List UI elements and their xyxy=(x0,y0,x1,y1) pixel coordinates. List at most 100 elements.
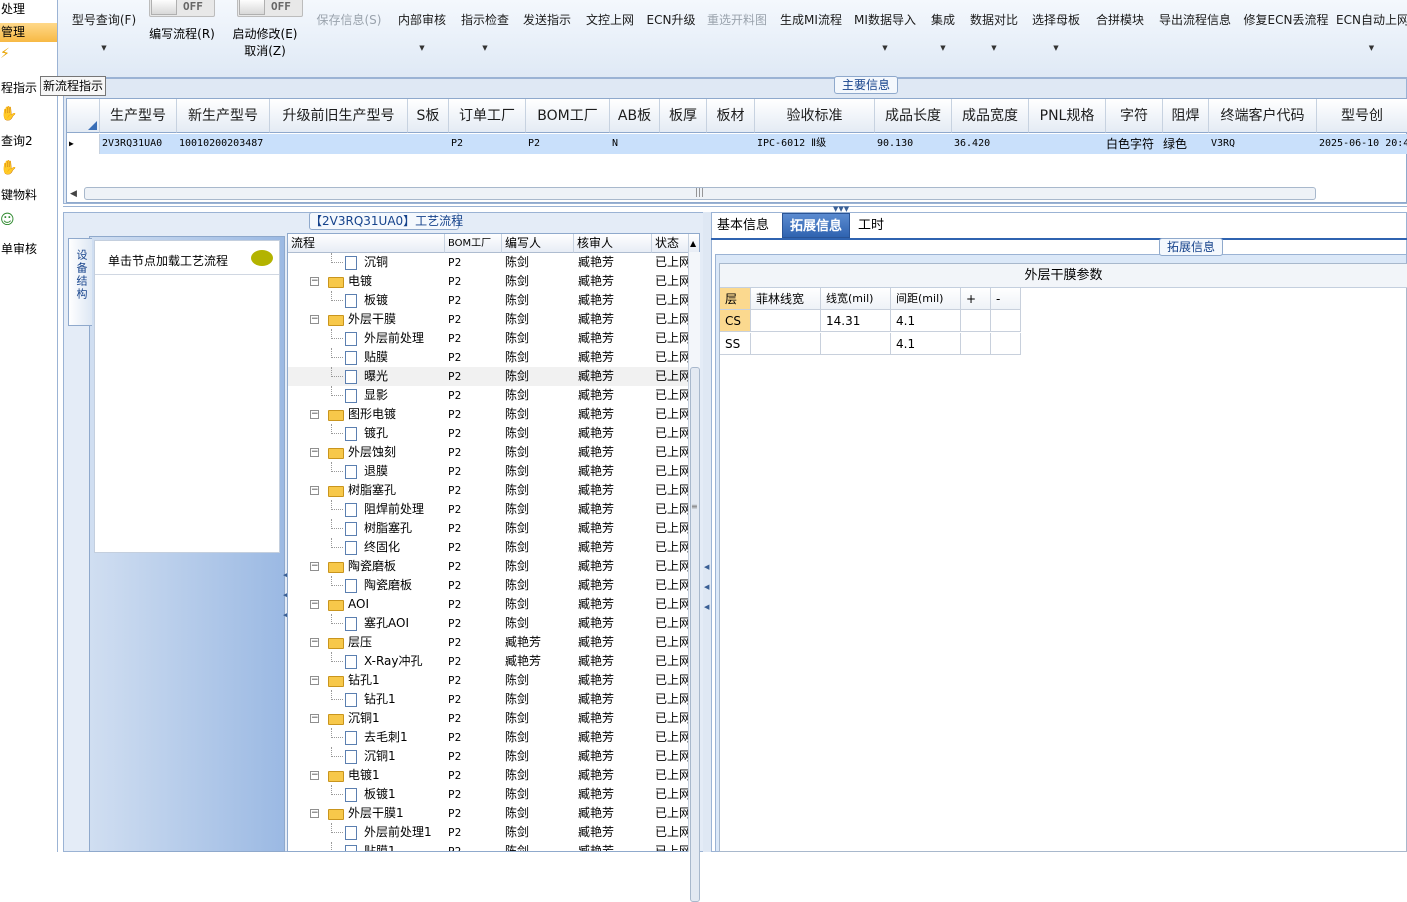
tree-group-row[interactable]: − 树脂塞孔 P2 陈剑 臧艳芳 已上网 xyxy=(288,481,688,500)
status-cell[interactable]: 已上网 xyxy=(655,519,688,538)
reviewer-cell[interactable]: 臧艳芳 xyxy=(578,348,650,367)
add-row-button[interactable]: + xyxy=(961,288,991,310)
tree-step-row[interactable]: 沉铜 P2 陈剑 臧艳芳 已上网 xyxy=(288,253,688,272)
cell-plus[interactable] xyxy=(961,310,991,332)
writer-cell[interactable]: 陈剑 xyxy=(505,842,573,851)
tree-step-row[interactable]: 阻焊前处理 P2 陈剑 臧艳芳 已上网 xyxy=(288,500,688,519)
tree-step-row[interactable]: 曝光 P2 陈剑 臧艳芳 已上网 xyxy=(288,367,688,386)
reviewer-cell[interactable]: 臧艳芳 xyxy=(578,386,650,405)
cell-s-board[interactable] xyxy=(408,134,449,154)
col-header-old-model[interactable]: 升级前旧生产型号 xyxy=(270,99,408,133)
tree-step-row[interactable]: 镀孔 P2 陈剑 臧艳芳 已上网 xyxy=(288,424,688,443)
tree-step-row[interactable]: 退膜 P2 陈剑 臧艳芳 已上网 xyxy=(288,462,688,481)
bom-factory-cell[interactable]: P2 xyxy=(448,519,502,538)
reviewer-cell[interactable]: 臧艳芳 xyxy=(578,367,650,386)
tree-group-row[interactable]: − 电镀1 P2 陈剑 臧艳芳 已上网 xyxy=(288,766,688,785)
scroll-left-icon[interactable]: ◀ xyxy=(70,189,77,199)
reviewer-cell[interactable]: 臧艳芳 xyxy=(578,557,650,576)
col-header-bom-factory[interactable]: BOM工厂 xyxy=(445,234,502,253)
bom-factory-cell[interactable]: P2 xyxy=(448,652,502,671)
status-cell[interactable]: 已上网 xyxy=(655,690,688,709)
nav-item-key-material[interactable]: 键物料 xyxy=(0,186,57,205)
cell-old-model[interactable] xyxy=(270,134,408,154)
writer-cell[interactable]: 陈剑 xyxy=(505,310,573,329)
repair-ecn-flow-button[interactable]: 修复ECN丢流程 xyxy=(1242,0,1330,62)
data-compare-button[interactable]: 数据对比 ▼ xyxy=(966,0,1022,62)
writer-cell[interactable]: 陈剑 xyxy=(505,576,573,595)
writer-cell[interactable]: 陈剑 xyxy=(505,671,573,690)
writer-cell[interactable]: 陈剑 xyxy=(505,747,573,766)
reviewer-cell[interactable]: 臧艳芳 xyxy=(578,728,650,747)
cell-line-width[interactable]: 14.31 xyxy=(821,310,891,332)
bom-factory-cell[interactable]: P2 xyxy=(448,481,502,500)
col-header-writer[interactable]: 编写人 xyxy=(502,234,574,253)
status-cell[interactable]: 已上网 xyxy=(655,804,688,823)
status-cell[interactable]: 已上网 xyxy=(655,424,688,443)
tree-step-row[interactable]: 塞孔AOI P2 陈剑 臧艳芳 已上网 xyxy=(288,614,688,633)
write-flow-toggle[interactable]: OFF xyxy=(149,0,215,17)
hand-icon[interactable]: ✋ xyxy=(0,106,17,122)
reviewer-cell[interactable]: 臧艳芳 xyxy=(578,804,650,823)
col-header-customer-code[interactable]: 终端客户代码 xyxy=(1209,99,1317,133)
writer-cell[interactable]: 陈剑 xyxy=(505,557,573,576)
status-cell[interactable]: 已上网 xyxy=(655,405,688,424)
status-cell[interactable]: 已上网 xyxy=(655,766,688,785)
ecn-auto-online-button[interactable]: ECN自动上网 ▼ xyxy=(1336,0,1407,62)
bom-factory-cell[interactable]: P2 xyxy=(448,443,502,462)
bom-factory-cell[interactable]: P2 xyxy=(448,272,502,291)
tree-step-row[interactable]: 外层前处理 P2 陈剑 臧艳芳 已上网 xyxy=(288,329,688,348)
status-cell[interactable]: 已上网 xyxy=(655,500,688,519)
reviewer-cell[interactable]: 臧艳芳 xyxy=(578,272,650,291)
collapse-right-icon[interactable]: ◀ ◀ ◀ xyxy=(704,562,709,612)
bom-factory-cell[interactable]: P2 xyxy=(448,557,502,576)
model-query-button[interactable]: 型号查询(F) ▼ xyxy=(66,0,142,62)
cell-spacing[interactable]: 4.1 xyxy=(891,310,961,332)
collapse-toggle-icon[interactable]: − xyxy=(310,809,319,818)
tree-group-row[interactable]: − 外层蚀刻 P2 陈剑 臧艳芳 已上网 xyxy=(288,443,688,462)
tree-group-row[interactable]: − 电镀 P2 陈剑 臧艳芳 已上网 xyxy=(288,272,688,291)
writer-cell[interactable]: 陈剑 xyxy=(505,481,573,500)
bom-factory-cell[interactable]: P2 xyxy=(448,500,502,519)
bom-factory-cell[interactable]: P2 xyxy=(448,367,502,386)
col-header-pnl[interactable]: PNL规格 xyxy=(1029,99,1106,133)
cell-ab-board[interactable]: N xyxy=(610,134,660,154)
bom-factory-cell[interactable]: P2 xyxy=(448,405,502,424)
bom-factory-cell[interactable]: P2 xyxy=(448,291,502,310)
user-icon[interactable]: ☺ xyxy=(0,212,15,228)
col-header-solder-mask[interactable]: 阻焊 xyxy=(1163,99,1209,133)
status-cell[interactable]: 已上网 xyxy=(655,329,688,348)
status-cell[interactable]: 已上网 xyxy=(655,595,688,614)
bom-factory-cell[interactable]: P2 xyxy=(448,614,502,633)
cell-layer[interactable]: SS xyxy=(720,333,751,355)
writer-cell[interactable]: 陈剑 xyxy=(505,595,573,614)
reselect-cutting-chart-button[interactable]: 重选开料图 xyxy=(704,0,770,62)
instruction-check-button[interactable]: 指示检查 ▼ xyxy=(457,0,513,62)
reviewer-cell[interactable]: 臧艳芳 xyxy=(578,443,650,462)
tree-step-row[interactable]: 钻孔1 P2 陈剑 臧艳芳 已上网 xyxy=(288,690,688,709)
tree-step-row[interactable]: 外层前处理1 P2 陈剑 臧艳芳 已上网 xyxy=(288,823,688,842)
status-cell[interactable]: 已上网 xyxy=(655,253,688,272)
cell-solder-mask[interactable]: 绿色 xyxy=(1163,134,1209,154)
status-cell[interactable]: 已上网 xyxy=(655,823,688,842)
writer-cell[interactable]: 陈剑 xyxy=(505,785,573,804)
cell-layer[interactable]: CS xyxy=(720,310,751,332)
collapse-toggle-icon[interactable]: − xyxy=(310,638,319,647)
collapse-toggle-icon[interactable]: − xyxy=(310,315,319,324)
cell-film-line-width[interactable] xyxy=(751,310,821,332)
cell-line-width[interactable] xyxy=(821,333,891,355)
dropdown-arrow-icon[interactable]: ▼ xyxy=(457,44,513,52)
nav-item-order-review[interactable]: 单审核 xyxy=(0,240,57,259)
col-header-film-line-width[interactable]: 菲林线宽 xyxy=(751,288,821,310)
tree-step-row[interactable]: 板镀1 P2 陈剑 臧艳芳 已上网 xyxy=(288,785,688,804)
status-cell[interactable]: 已上网 xyxy=(655,576,688,595)
status-cell[interactable]: 已上网 xyxy=(655,557,688,576)
vertical-scrollbar[interactable]: ≡ xyxy=(688,252,700,902)
node-panel[interactable]: 单击节点加载工艺流程 xyxy=(94,240,280,553)
reviewer-cell[interactable]: 臧艳芳 xyxy=(578,500,650,519)
col-header-width[interactable]: 成品宽度 xyxy=(952,99,1029,133)
ecn-upgrade-button[interactable]: ECN升级 xyxy=(644,0,698,62)
writer-cell[interactable]: 陈剑 xyxy=(505,443,573,462)
writer-cell[interactable]: 陈剑 xyxy=(505,367,573,386)
bom-factory-cell[interactable]: P2 xyxy=(448,595,502,614)
tree-step-row[interactable]: 沉铜1 P2 陈剑 臧艳芳 已上网 xyxy=(288,747,688,766)
